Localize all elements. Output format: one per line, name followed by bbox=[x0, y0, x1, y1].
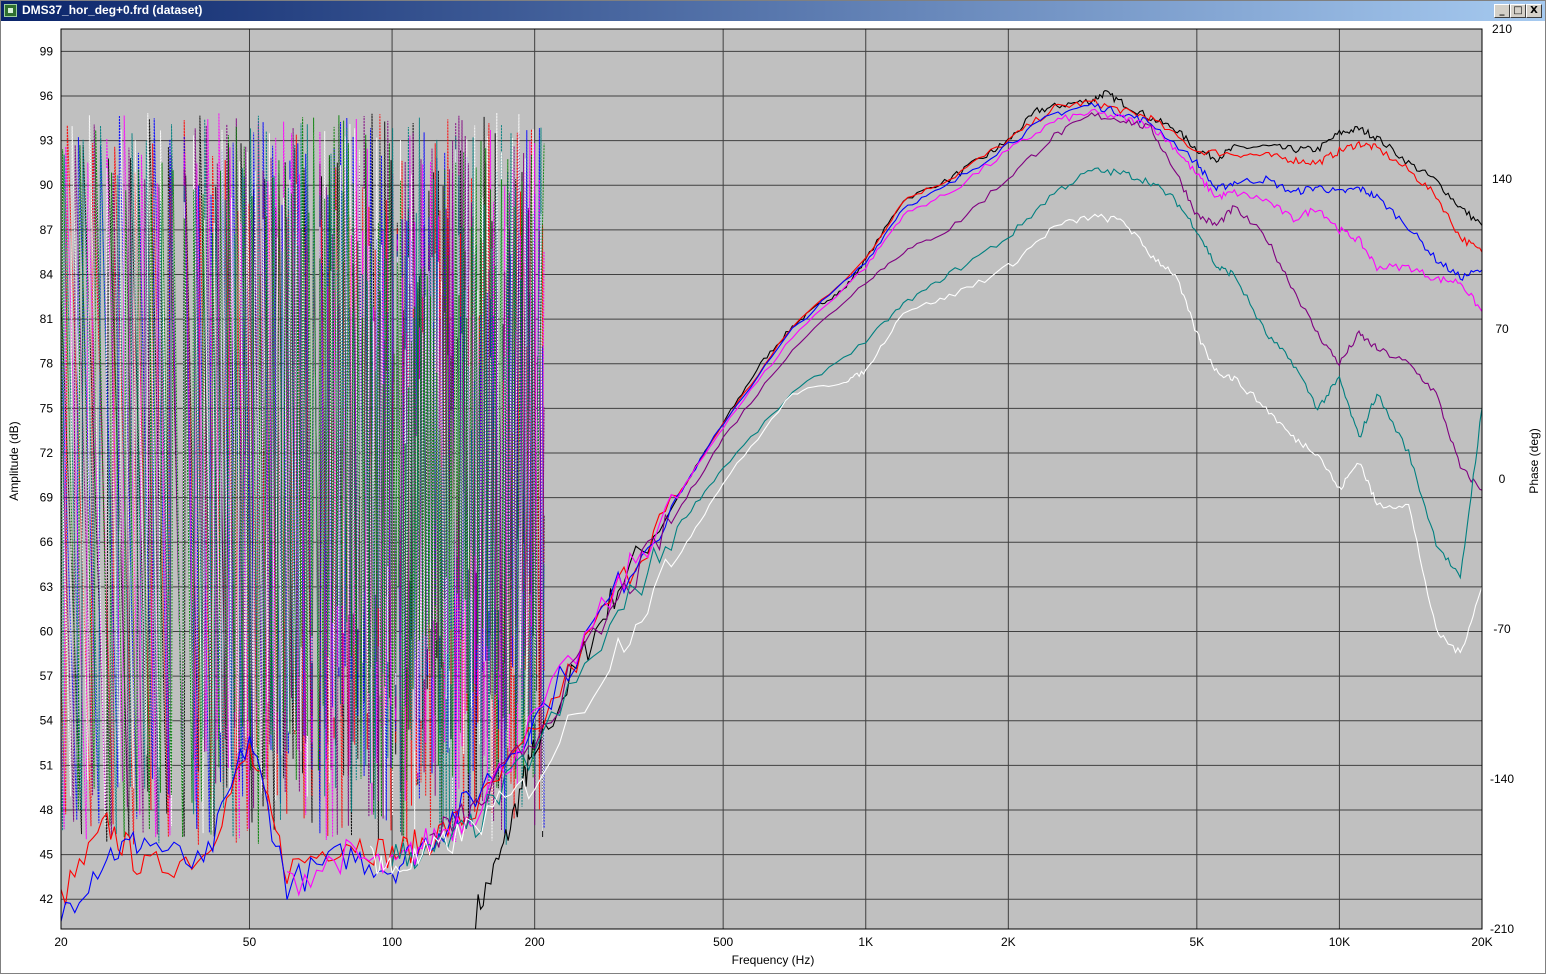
app-icon bbox=[4, 4, 17, 17]
y2-tick-label: -70 bbox=[1493, 622, 1511, 636]
y-tick-label: 75 bbox=[40, 401, 54, 415]
y2-axis-label: Phase (deg) bbox=[1527, 428, 1541, 493]
y-tick-label: 45 bbox=[40, 848, 54, 862]
close-button[interactable]: X bbox=[1526, 4, 1542, 18]
x-tick-label: 500 bbox=[713, 935, 733, 949]
y-tick-label: 54 bbox=[40, 714, 54, 728]
y-tick-label: 72 bbox=[40, 446, 54, 460]
y-tick-label: 78 bbox=[40, 357, 54, 371]
y-tick-label: 84 bbox=[40, 267, 54, 281]
y-tick-label: 66 bbox=[40, 535, 54, 549]
x-tick-label: 5K bbox=[1189, 935, 1204, 949]
y-tick-label: 81 bbox=[40, 312, 54, 326]
y-tick-label: 96 bbox=[40, 89, 54, 103]
y-tick-label: 90 bbox=[40, 178, 54, 192]
x-tick-label: 20K bbox=[1471, 935, 1492, 949]
window-title: DMS37_hor_deg+0.frd (dataset) bbox=[22, 3, 203, 17]
y-tick-label: 99 bbox=[40, 44, 54, 58]
x-tick-label: 200 bbox=[525, 935, 545, 949]
x-tick-label: 100 bbox=[382, 935, 402, 949]
x-tick-label: 10K bbox=[1329, 935, 1350, 949]
minimize-button[interactable]: _ bbox=[1494, 4, 1510, 18]
x-tick-label: 2K bbox=[1001, 935, 1016, 949]
y-tick-label: 63 bbox=[40, 580, 54, 594]
y2-tick-label: 70 bbox=[1495, 322, 1509, 336]
maximize-button[interactable]: □ bbox=[1510, 4, 1526, 18]
x-tick-label: 20 bbox=[54, 935, 68, 949]
x-tick-label: 50 bbox=[243, 935, 257, 949]
y2-tick-label: -210 bbox=[1490, 922, 1514, 936]
y-tick-label: 51 bbox=[40, 758, 54, 772]
y-axis-label: Amplitude (dB) bbox=[7, 421, 21, 500]
y-tick-label: 48 bbox=[40, 803, 54, 817]
x-axis-label: Frequency (Hz) bbox=[732, 953, 815, 967]
y-tick-label: 69 bbox=[40, 491, 54, 505]
y-tick-label: 93 bbox=[40, 134, 54, 148]
frd-dataset-window: DMS37_hor_deg+0.frd (dataset) _ □ X 20 50… bbox=[0, 0, 1546, 974]
y2-tick-label: 140 bbox=[1492, 172, 1512, 186]
y2-tick-label: -140 bbox=[1490, 772, 1514, 786]
x-tick-label: 1K bbox=[858, 935, 873, 949]
frequency-response-chart: 20 50 100 200 500 1K 2K 5K 10K 20K 42 45 48 51 54 57 60… bbox=[1, 21, 1545, 973]
y-tick-label: 60 bbox=[40, 624, 54, 638]
title-bar[interactable]: DMS37_hor_deg+0.frd (dataset) _ □ X bbox=[1, 1, 1545, 21]
y-tick-label: 42 bbox=[40, 892, 54, 906]
y2-tick-label: 0 bbox=[1499, 472, 1506, 486]
y-tick-label: 87 bbox=[40, 223, 54, 237]
y2-tick-label: 210 bbox=[1492, 22, 1512, 36]
y-tick-label: 57 bbox=[40, 669, 54, 683]
